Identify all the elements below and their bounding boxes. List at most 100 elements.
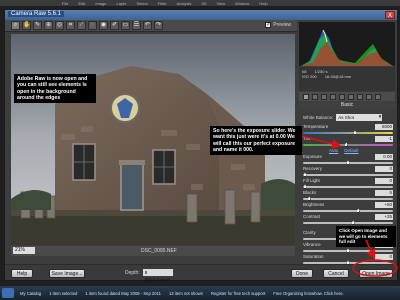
saturation-value-field[interactable]: 0	[375, 254, 393, 260]
help-button[interactable]: Help	[11, 269, 33, 278]
retouch-icon[interactable]: ◌	[88, 21, 97, 30]
tab-calibration[interactable]	[366, 93, 372, 100]
panel-tabs	[299, 92, 395, 101]
preview-checkbox[interactable]: ✓	[265, 22, 272, 28]
taskbar-item[interactable]: 1 item selected	[47, 291, 79, 296]
start-button[interactable]	[2, 288, 14, 298]
done-button[interactable]: Done	[291, 269, 313, 278]
menu-item-select[interactable]: Select	[137, 1, 148, 6]
file-name: DSC_0095.NEF	[141, 248, 177, 254]
gradient-icon[interactable]: ▭	[121, 21, 130, 30]
clarity-label: Clarity	[303, 230, 316, 235]
white-balance-label: White Balance:	[303, 114, 334, 120]
menu-item-view[interactable]: View	[217, 1, 226, 6]
fill-light-slider-track[interactable]	[303, 186, 393, 188]
menu-item-help[interactable]: Help	[259, 1, 267, 6]
zoom-icon[interactable]: ⌕	[11, 21, 20, 30]
default-link[interactable]: Default	[344, 148, 358, 153]
menu-item-file[interactable]: File	[62, 1, 68, 6]
tab-effects[interactable]	[357, 93, 363, 100]
contrast-value-field[interactable]: +25	[375, 214, 393, 220]
camera-info: f/8 1/250 s ISO 200 18-55@18 mm	[299, 67, 395, 91]
brightness-value-field[interactable]: +50	[375, 202, 393, 208]
brush-icon[interactable]: ✐	[110, 21, 119, 30]
zoom-bar: 21% DSC_0095.NEF	[11, 246, 295, 256]
close-window-button[interactable]: X	[385, 11, 395, 19]
red-eye-icon[interactable]: ◉	[99, 21, 108, 30]
focal-length: 18-55@18 mm	[324, 74, 352, 79]
brightness-label: Brightness	[303, 202, 325, 207]
tint-slider-row: Tint -1	[303, 136, 393, 148]
temperature-slider-track[interactable]	[303, 132, 393, 134]
brightness-slider-row: Brightness +50	[303, 202, 393, 214]
auto-link[interactable]: Auto	[329, 148, 338, 153]
white-balance-select[interactable]: As Shot	[336, 113, 383, 121]
recovery-slider-row: Recovery 0	[303, 166, 393, 178]
taskbar-item[interactable]: Register for free tech support	[209, 291, 267, 296]
annotation-note-1: Adobe Raw is now open and you can still …	[14, 74, 96, 104]
cancel-button[interactable]: Cancel	[323, 269, 349, 278]
crop-icon[interactable]: ⌗	[66, 21, 75, 30]
annotation-note-3: Click Open Image and we will go to eleme…	[336, 226, 396, 247]
menu-item-analysis[interactable]: Analysis	[177, 1, 192, 6]
zoom-level-select[interactable]: 21%	[13, 247, 35, 254]
taskbar-item[interactable]: 1 item found dated May 2008 - Sep 2011	[83, 291, 163, 296]
temperature-value-field[interactable]: 6000	[375, 124, 393, 130]
color-sampler-icon[interactable]: ⊕	[44, 21, 53, 30]
preferences-icon[interactable]: ☰	[132, 21, 141, 30]
fill-light-value-field[interactable]: 0	[375, 178, 393, 184]
preview-toggle[interactable]: ✓ Preview	[265, 22, 291, 28]
targeted-adjust-icon[interactable]: ◎	[55, 21, 64, 30]
preview-label: Preview	[273, 22, 291, 28]
rotate-cw-icon[interactable]: ↷	[154, 21, 163, 30]
tab-split-toning[interactable]	[339, 93, 345, 100]
menu-item-image[interactable]: Image	[95, 1, 106, 6]
eyedropper-icon[interactable]: ✎	[33, 21, 42, 30]
tab-basic[interactable]	[303, 93, 309, 100]
windows-taskbar: My Catalog 1 item selected 1 item found da…	[0, 286, 400, 300]
tab-detail[interactable]	[321, 93, 327, 100]
menu-item-window[interactable]: Window	[235, 1, 249, 6]
depth-select[interactable]: 8 Bits/Channel	[142, 269, 173, 282]
exposure-value-field[interactable]: 0.00	[375, 154, 393, 160]
recovery-value-field[interactable]: 0	[375, 166, 393, 172]
hand-icon[interactable]: ✋	[22, 21, 31, 30]
tint-value-field[interactable]: -1	[375, 136, 393, 142]
menu-item-3d[interactable]: 3D	[201, 1, 206, 6]
recovery-slider-track[interactable]	[303, 174, 393, 176]
brightness-slider-track[interactable]	[303, 210, 393, 212]
vibrance-label: Vibrance	[303, 242, 321, 247]
app-menubar: File Edit Image Layer Select Filter Analysis 3D…	[0, 0, 400, 6]
contrast-slider-track[interactable]	[303, 222, 393, 224]
fill-light-slider-row: Fill Light 0	[303, 178, 393, 190]
straighten-icon[interactable]: ⟋	[77, 21, 86, 30]
blacks-slider-track[interactable]	[303, 198, 393, 200]
menu-item-edit[interactable]: Edit	[78, 1, 85, 6]
blacks-label: Blacks	[303, 190, 317, 195]
taskbar-item[interactable]: My Catalog	[18, 291, 43, 296]
exposure-label: Exposure	[303, 154, 323, 159]
title-bar[interactable]: Camera Raw 5.6.1 X	[5, 10, 397, 20]
tab-presets[interactable]	[375, 93, 381, 100]
saturation-label: Saturation	[303, 254, 324, 259]
taskbar-item[interactable]: Free Organizing knowhow. Click here.	[271, 291, 346, 296]
white-balance-row: White Balance: As Shot	[303, 113, 393, 121]
exposure-slider-row: Exposure 0.00	[303, 154, 393, 166]
panel-title: Basic	[299, 102, 395, 109]
histogram	[299, 22, 395, 66]
open-image-button[interactable]: Open Image	[359, 269, 393, 278]
menu-item-layer[interactable]: Layer	[116, 1, 126, 6]
rotate-ccw-icon[interactable]: ↶	[143, 21, 152, 30]
tab-tone-curve[interactable]	[312, 93, 318, 100]
save-image-button[interactable]: Save Image...	[49, 269, 85, 278]
window-title: Camera Raw 5.6.1	[8, 11, 65, 17]
tab-hsl[interactable]	[330, 93, 336, 100]
tint-slider-track[interactable]	[303, 144, 393, 146]
temperature-slider-row: Temperature 6000	[303, 124, 393, 136]
menu-item-filter[interactable]: Filter	[158, 1, 167, 6]
tab-lens[interactable]	[348, 93, 354, 100]
taskbar-item[interactable]: 13 item not shown	[167, 291, 205, 296]
iso: ISO 200	[302, 74, 317, 79]
blacks-value-field[interactable]: 5	[375, 190, 393, 196]
bottom-bar: Help Save Image... Depth: 8 Bits/Channel…	[5, 264, 397, 282]
